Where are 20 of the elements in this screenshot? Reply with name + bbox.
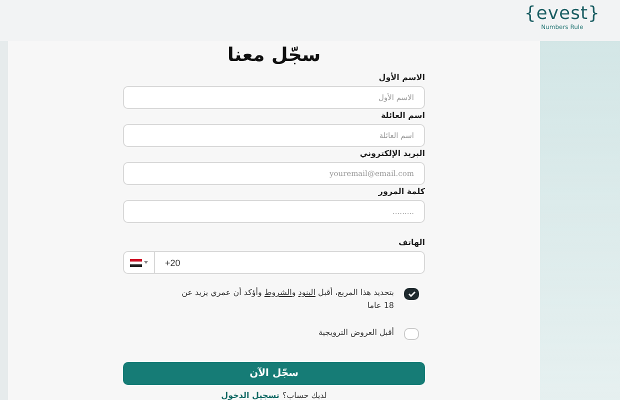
checkbox-label: بتحديد هذا المربع، أقبل البنود والشروط وأؤكد أن عمري يزيد عن 18 عاما xyxy=(180,286,394,312)
check-icon xyxy=(408,291,416,297)
field-label: الاسم الأول xyxy=(378,72,425,83)
phone-field[interactable]: +20 xyxy=(123,251,425,274)
login-prompt: لديك حساب؟ xyxy=(282,391,327,400)
checkbox-label: أقبل العروض الترويجية xyxy=(317,326,394,339)
field-label: الهاتف xyxy=(397,237,425,248)
field-label: اسم العائلة xyxy=(380,110,425,121)
caret-icon xyxy=(144,261,148,264)
field-label: البريد الإلكتروني xyxy=(358,148,425,159)
logo-text: {evest} xyxy=(524,4,600,24)
phone-input[interactable]: +20 xyxy=(155,252,424,273)
field-label: كلمة المرور xyxy=(377,186,425,197)
checkbox[interactable] xyxy=(404,288,419,300)
form-title: سجّل معنا xyxy=(226,43,322,68)
register-button[interactable]: سجّل الآن xyxy=(123,362,425,385)
terms-link[interactable]: البنود xyxy=(298,288,316,297)
flag-icon xyxy=(130,258,142,266)
login-link[interactable]: تسجيل الدخول xyxy=(221,391,280,400)
terms-link[interactable]: الشروط xyxy=(264,288,292,297)
